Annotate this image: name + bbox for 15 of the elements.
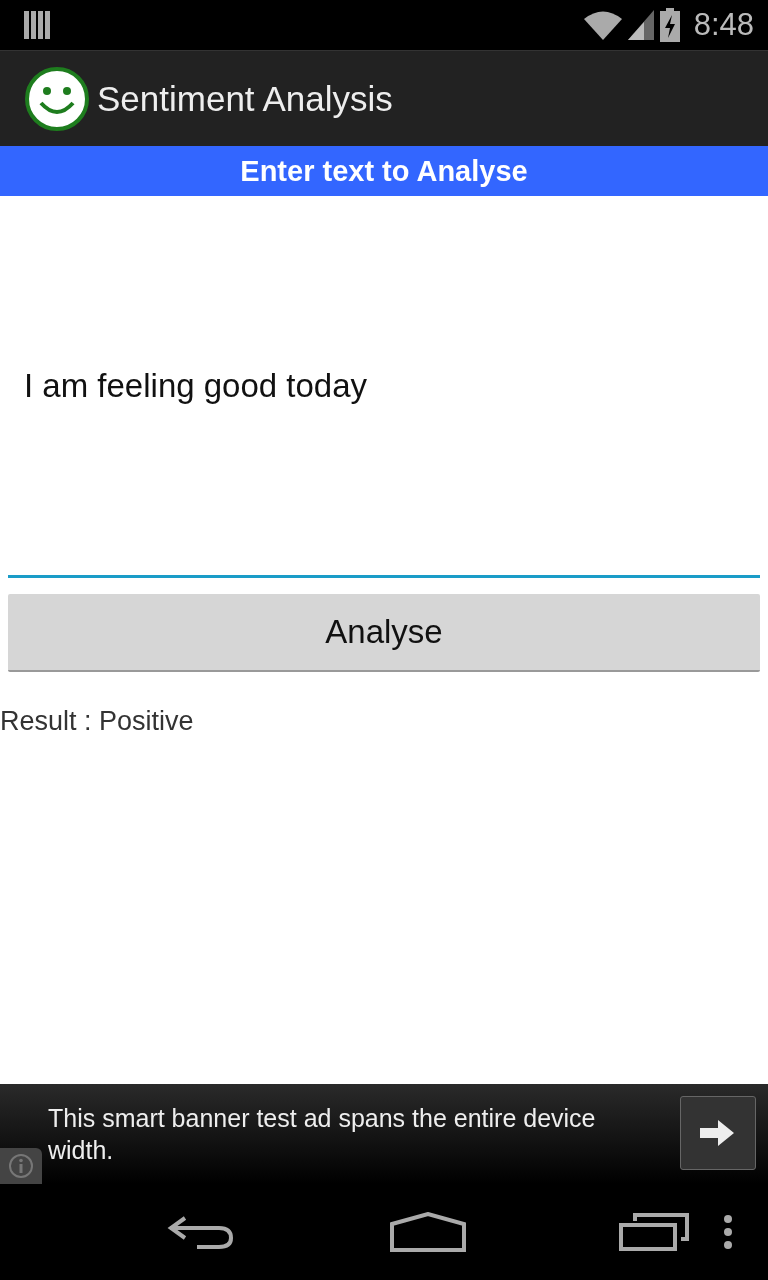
clock-time: 8:48 [693,7,754,43]
app-title: Sentiment Analysis [97,78,393,119]
notification-icon [24,11,50,39]
smiley-icon [25,66,89,131]
signal-icon [627,10,654,40]
recent-apps-icon[interactable] [619,1213,692,1251]
analyse-button[interactable]: Analyse [8,594,760,672]
ad-text: This smart banner test ad spans the entire device width. [48,1103,597,1166]
battery-icon [659,8,680,42]
wifi-icon [583,10,622,40]
home-icon[interactable] [390,1212,466,1252]
result-text: Result : Positive [0,706,195,737]
header-text: Enter text to Analyse [240,154,528,188]
arrow-button[interactable] [680,1096,756,1170]
more-options-icon[interactable] [722,1214,734,1250]
